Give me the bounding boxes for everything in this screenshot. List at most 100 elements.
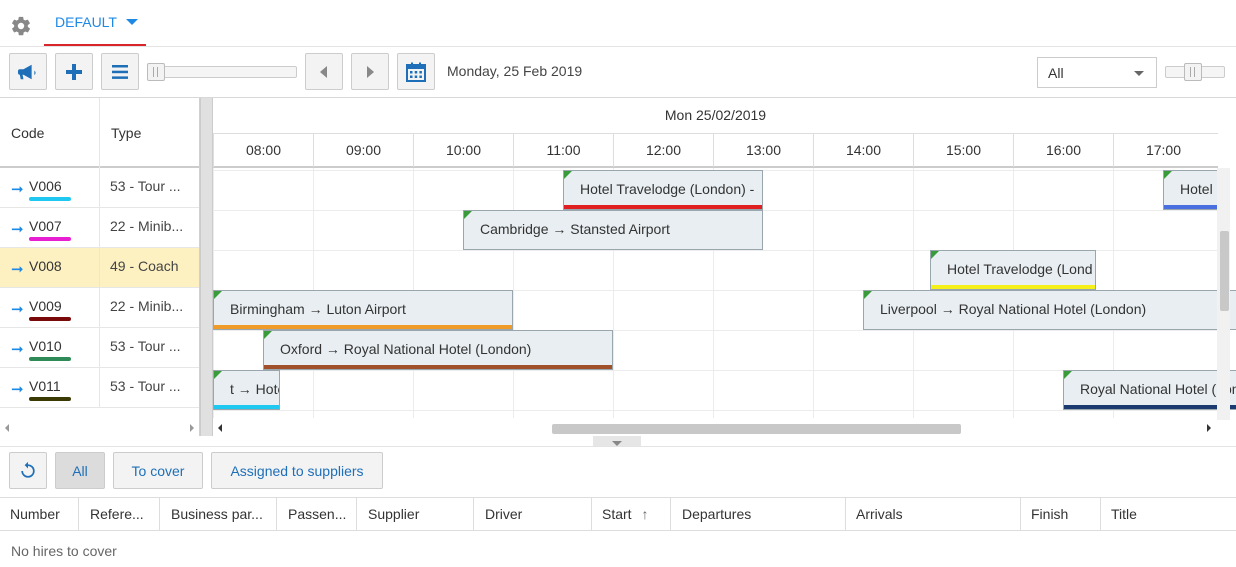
horizontal-scroll-thumb[interactable] [552, 424, 961, 434]
vehicle-type: 53 - Tour ... [110, 378, 181, 394]
column-header-business-partner[interactable]: Business par... [161, 498, 277, 531]
transfer-event[interactable]: Hotel [1163, 170, 1218, 210]
event-color-bar [564, 205, 762, 209]
event-color-bar [264, 365, 612, 369]
transfer-event[interactable]: Liverpool → Royal National Hotel (London… [863, 290, 1236, 330]
vehicle-grid-header: Code Type [0, 98, 199, 168]
transfer-event[interactable]: Birmingham → Luton Airport [213, 290, 513, 330]
megaphone-icon [18, 64, 36, 79]
timeline-hours: 08:00 09:00 10:00 11:00 12:00 13:00 14:00 15:00… [213, 133, 1218, 168]
arrow-right-icon[interactable]: ➞ [11, 260, 24, 278]
filter-to-cover-button[interactable]: To cover [113, 452, 203, 489]
arrow-right-icon[interactable]: ➞ [11, 380, 24, 398]
vehicle-color-swatch [29, 237, 71, 241]
column-header-finish[interactable]: Finish [1021, 498, 1101, 531]
column-header-code[interactable]: Code [0, 98, 100, 168]
vehicle-row[interactable]: ➞ V009 22 - Minib... [0, 288, 199, 328]
filter-assigned-to-suppliers-button[interactable]: Assigned to suppliers [211, 452, 383, 489]
arrow-right-icon[interactable]: ➞ [11, 220, 24, 238]
vehicle-filter-select[interactable]: All [1037, 57, 1157, 88]
transfer-event[interactable]: t → Hotel T [213, 370, 280, 410]
vehicle-row[interactable]: ➞ V007 22 - Minib... [0, 208, 199, 248]
transfer-event[interactable]: Cambridge → Stansted Airport [463, 210, 763, 250]
vehicle-type: 22 - Minib... [110, 218, 184, 234]
transfer-event[interactable]: Oxford → Royal National Hotel (London) [263, 330, 613, 370]
event-status-marker [1164, 171, 1172, 179]
transfer-event[interactable]: Hotel Travelodge (London) - [563, 170, 763, 210]
event-label: Hotel [1180, 181, 1213, 197]
event-status-marker [931, 251, 939, 259]
refresh-icon [21, 461, 35, 478]
column-header-arrivals[interactable]: Arrivals [846, 498, 1021, 531]
vehicle-row[interactable]: ➞ V010 53 - Tour ... [0, 328, 199, 368]
event-status-marker [214, 291, 222, 299]
previous-day-button[interactable] [305, 53, 343, 90]
vehicle-row[interactable]: ➞ V008 49 - Coach [0, 248, 199, 288]
layout-tab-label: DEFAULT [55, 14, 117, 30]
event-color-bar [214, 325, 512, 329]
column-header-type[interactable]: Type [100, 98, 199, 168]
layout-tab-default[interactable]: DEFAULT [44, 0, 146, 46]
zoom-slider-handle[interactable] [1184, 63, 1202, 81]
transfer-event[interactable]: Hotel Travelodge (Lond [930, 250, 1096, 290]
calendar-icon [406, 62, 426, 82]
next-day-button[interactable] [351, 53, 389, 90]
list-icon [112, 64, 128, 79]
event-color-bar [1064, 405, 1236, 409]
column-header-start[interactable]: Start ↑ [592, 498, 671, 531]
column-header-departures[interactable]: Departures [672, 498, 846, 531]
sort-ascending-icon: ↑ [641, 506, 649, 522]
vehicle-code: V009 [29, 298, 62, 314]
refresh-button[interactable] [9, 452, 47, 489]
event-status-marker [214, 371, 222, 379]
event-status-marker [864, 291, 872, 299]
menu-button[interactable] [101, 53, 139, 90]
vertical-scroll-thumb[interactable] [1220, 231, 1229, 311]
arrow-right-icon[interactable]: ➞ [11, 300, 24, 318]
event-label: Cambridge → Stansted Airport [480, 221, 670, 237]
column-header-supplier[interactable]: Supplier [358, 498, 474, 531]
transfer-event[interactable]: Royal National Hotel (London [1063, 370, 1236, 410]
chevron-right-icon [367, 65, 374, 78]
gear-icon[interactable] [10, 15, 32, 37]
time-range-slider[interactable] [147, 66, 297, 78]
grid-line [213, 410, 1218, 411]
calendar-button[interactable] [397, 53, 435, 90]
hires-table-header: Number Refere... Business par... Passen.… [0, 497, 1236, 531]
vehicle-type: 53 - Tour ... [110, 338, 181, 354]
vehicle-type: 22 - Minib... [110, 298, 184, 314]
column-header-driver[interactable]: Driver [475, 498, 592, 531]
arrow-right-icon[interactable]: ➞ [11, 340, 24, 358]
vehicle-code: V006 [29, 178, 62, 194]
column-divider [99, 368, 100, 408]
collapse-panel-handle[interactable] [593, 436, 641, 446]
column-header-reference[interactable]: Refere... [80, 498, 160, 531]
hour-label: 16:00 [1013, 134, 1113, 167]
add-button[interactable] [55, 53, 93, 90]
vehicle-color-swatch [29, 197, 71, 201]
event-color-bar [931, 285, 1095, 289]
grid-line [513, 168, 514, 418]
vehicle-type: 49 - Coach [110, 258, 179, 274]
column-header-number[interactable]: Number [0, 498, 79, 531]
event-label: t → Hotel T [230, 381, 279, 397]
time-range-slider-handle[interactable] [147, 63, 165, 81]
event-label: Hotel Travelodge (London) - [580, 181, 755, 197]
timeline: Mon 25/02/2019 08:00 09:00 10:00 11:00 12:00… [213, 98, 1236, 436]
vehicle-row[interactable]: ➞ V006 53 - Tour ... [0, 168, 199, 208]
column-header-passengers[interactable]: Passen... [278, 498, 357, 531]
arrow-right-icon[interactable]: ➞ [11, 180, 24, 198]
event-label: Birmingham → Luton Airport [230, 301, 406, 317]
event-status-marker [1064, 371, 1072, 379]
left-horizontal-scrollbar[interactable] [0, 420, 200, 436]
announce-button[interactable] [9, 53, 47, 90]
vehicle-row[interactable]: ➞ V011 53 - Tour ... [0, 368, 199, 408]
top-bar [0, 0, 1236, 47]
column-header-title[interactable]: Title [1101, 498, 1236, 531]
pane-splitter[interactable] [200, 98, 213, 436]
vehicle-color-swatch [29, 357, 71, 361]
event-status-marker [564, 171, 572, 179]
column-divider [99, 168, 100, 208]
filter-all-button[interactable]: All [55, 452, 105, 489]
vehicle-filter-value: All [1048, 64, 1064, 81]
